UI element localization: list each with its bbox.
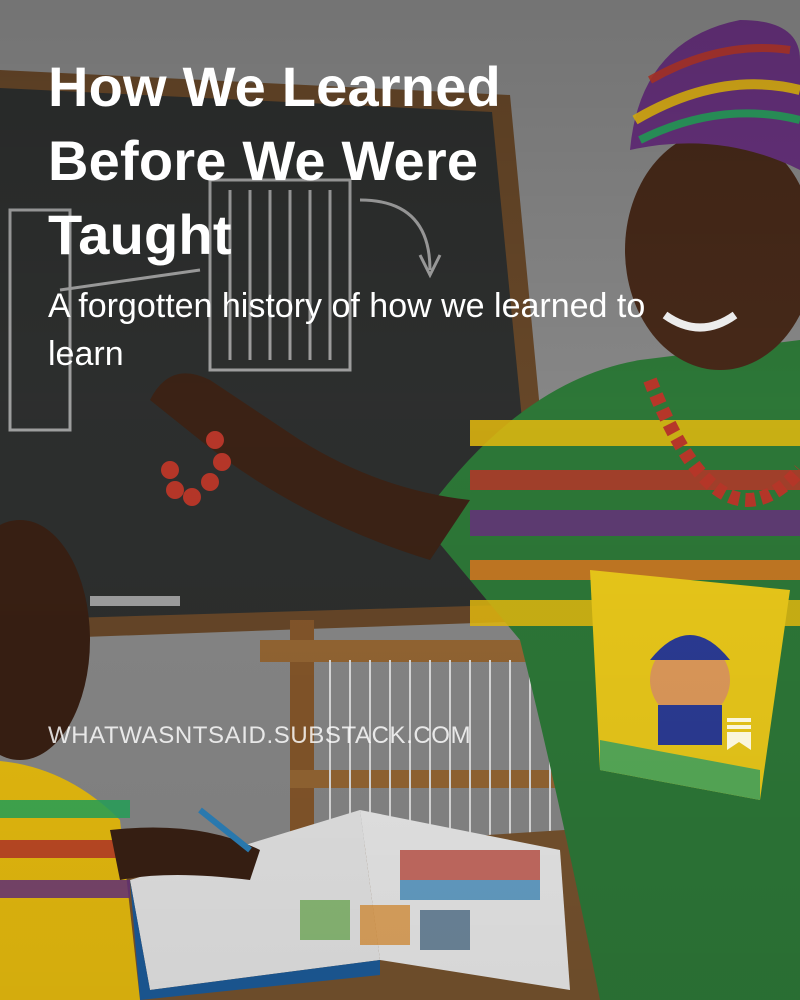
publication-domain[interactable]: WHATWASNTSAID.SUBSTACK.COM [48, 722, 471, 750]
post-cover-card[interactable]: How We Learned Before We Were Taught A f… [0, 0, 800, 1000]
post-subtitle: A forgotten history of how we learned to… [48, 287, 646, 373]
held-book [590, 570, 790, 800]
bookmark-icon[interactable] [724, 716, 754, 752]
post-title[interactable]: How We Learned Before We Were Taught [48, 50, 608, 272]
